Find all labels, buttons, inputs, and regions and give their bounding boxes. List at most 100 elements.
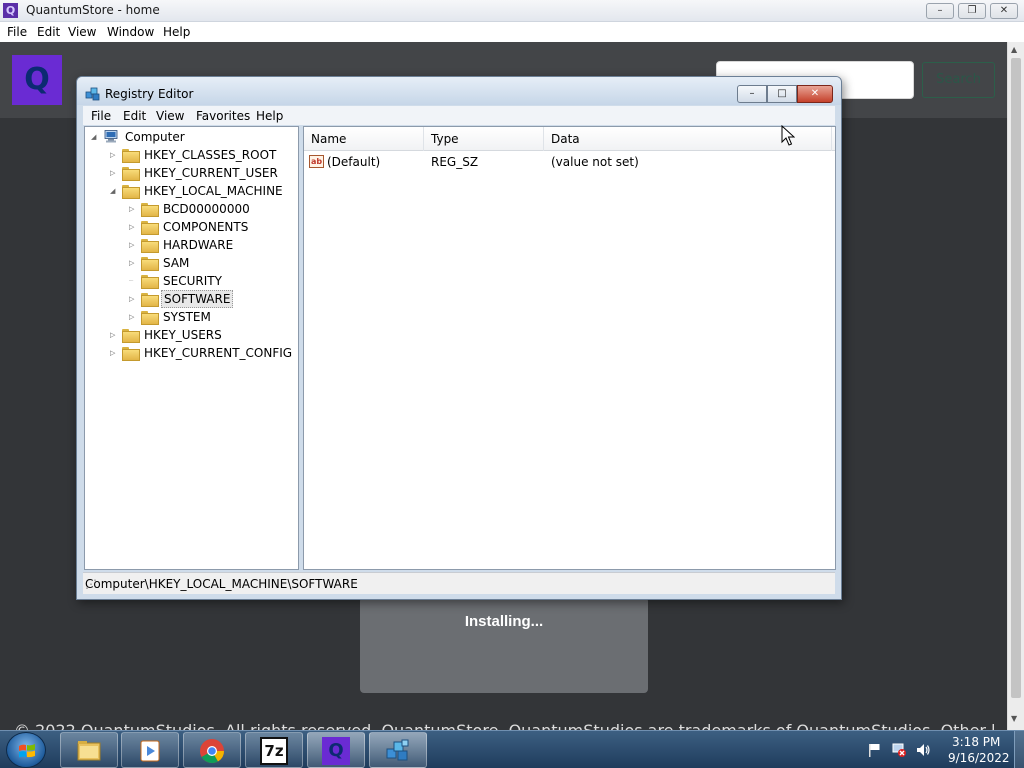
regedit-maximize-button[interactable]: □ — [767, 85, 797, 103]
app-restore-button[interactable]: ❐ — [958, 3, 986, 19]
app-menu-file[interactable]: File — [7, 25, 27, 39]
value-name[interactable]: (Default) — [327, 153, 380, 171]
folder-icon — [141, 293, 159, 307]
install-progress-panel: Installing... — [360, 597, 648, 693]
expand-arrow-icon[interactable]: ▷ — [129, 290, 139, 308]
tree-label-selected[interactable]: SOFTWARE — [161, 290, 234, 308]
tree-connector: ┈ — [129, 277, 134, 285]
expand-arrow-icon[interactable]: ▷ — [110, 164, 120, 182]
app-menu-help[interactable]: Help — [163, 25, 190, 39]
regedit-menu-edit[interactable]: Edit — [123, 109, 146, 123]
taskbar-regedit-button[interactable] — [369, 732, 427, 768]
tree-label[interactable]: COMPONENTS — [161, 218, 250, 236]
regedit-menu-favorites[interactable]: Favorites — [196, 109, 250, 123]
scrollbar-thumb[interactable] — [1011, 58, 1021, 698]
values-column-header: Name Type Data — [304, 127, 835, 151]
tree-label[interactable]: HKEY_CURRENT_CONFIG — [142, 344, 294, 362]
regedit-title: Registry Editor — [105, 87, 194, 101]
folder-icon — [141, 257, 159, 271]
resize-grip-icon[interactable]: ⋰ — [85, 577, 832, 592]
app-menu-view[interactable]: View — [68, 25, 96, 39]
regedit-titlebar[interactable]: Registry Editor – □ ✕ — [77, 77, 841, 105]
registry-values-pane[interactable]: Name Type Data ab (Default) REG_SZ (valu… — [303, 126, 836, 570]
expand-arrow-icon[interactable]: ▷ — [110, 146, 120, 164]
folder-icon — [141, 311, 159, 325]
taskbar-media-player-button[interactable] — [121, 732, 179, 768]
show-desktop-button[interactable] — [1014, 731, 1024, 768]
store-search-button[interactable]: Search — [922, 62, 995, 98]
start-button[interactable] — [6, 732, 46, 768]
folder-icon — [122, 149, 140, 163]
tree-label[interactable]: SECURITY — [161, 272, 224, 290]
value-data: (value not set) — [551, 155, 639, 169]
tree-label[interactable]: HKEY_LOCAL_MACHINE — [142, 182, 285, 200]
computer-icon — [104, 130, 118, 143]
tree-label[interactable]: HKEY_CURRENT_USER — [142, 164, 280, 182]
app-title: QuantumStore - home — [26, 3, 160, 17]
folder-icon — [141, 203, 159, 217]
quantumstore-app-icon: Q — [3, 3, 18, 18]
quantumstore-logo[interactable]: Q — [12, 55, 62, 105]
windows-taskbar: 7z Q 3:18 PM 9/16/2022 — [0, 730, 1024, 768]
column-header-name[interactable]: Name — [304, 127, 424, 151]
seven-zip-icon: 7z — [260, 737, 288, 765]
app-menu-edit[interactable]: Edit — [37, 25, 60, 39]
app-vertical-scrollbar[interactable]: ▲ ▼ — [1007, 42, 1024, 730]
network-disconnected-icon[interactable] — [891, 742, 907, 758]
tree-label[interactable]: BCD00000000 — [161, 200, 252, 218]
windows-explorer-icon — [77, 741, 101, 761]
expand-arrow-icon[interactable]: ▷ — [129, 218, 139, 236]
tree-label[interactable]: HKEY_USERS — [142, 326, 224, 344]
collapse-arrow-icon[interactable]: ◢ — [91, 128, 101, 146]
registry-editor-window: Registry Editor – □ ✕ File Edit View Fav… — [76, 76, 842, 600]
folder-icon — [141, 275, 159, 289]
expand-arrow-icon[interactable]: ▷ — [110, 344, 120, 362]
installing-label: Installing... — [464, 613, 544, 630]
value-row-default[interactable]: ab (Default) REG_SZ (value not set) — [304, 153, 835, 171]
regedit-menu-help[interactable]: Help — [256, 109, 283, 123]
scroll-up-arrow-icon[interactable]: ▲ — [1011, 45, 1017, 54]
quantumstore-icon: Q — [322, 737, 350, 765]
registry-tree-pane[interactable]: ◢ Computer ▷ HKEY_CLASSES_ROOT ▷ HKEY_CU… — [84, 126, 299, 570]
folder-icon — [141, 239, 159, 253]
taskbar-quantumstore-button[interactable]: Q — [307, 732, 365, 768]
app-close-button[interactable]: ✕ — [990, 3, 1018, 19]
tree-label[interactable]: SYSTEM — [161, 308, 213, 326]
registry-editor-icon — [386, 739, 409, 761]
tree-label[interactable]: SAM — [161, 254, 191, 272]
folder-icon — [141, 221, 159, 235]
taskbar-7zip-button[interactable]: 7z — [245, 732, 303, 768]
app-titlebar: Q QuantumStore - home – ❐ ✕ — [0, 0, 1024, 22]
clock-time[interactable]: 3:18 PM — [952, 735, 1000, 749]
folder-icon — [122, 185, 140, 199]
value-type: REG_SZ — [431, 155, 479, 169]
regedit-minimize-button[interactable]: – — [737, 85, 767, 103]
app-menu-window[interactable]: Window — [107, 25, 154, 39]
tree-label-computer[interactable]: Computer — [123, 128, 187, 146]
app-minimize-button[interactable]: – — [926, 3, 954, 19]
scroll-down-arrow-icon[interactable]: ▼ — [1011, 714, 1017, 723]
tree-label[interactable]: HARDWARE — [161, 236, 235, 254]
expand-arrow-icon[interactable]: ▷ — [129, 236, 139, 254]
string-value-icon: ab — [309, 155, 324, 168]
expand-arrow-icon[interactable]: ▷ — [110, 326, 120, 344]
taskbar-chrome-button[interactable] — [183, 732, 241, 768]
windows-logo-icon — [19, 744, 35, 758]
regedit-menu-file[interactable]: File — [91, 109, 111, 123]
tree-label[interactable]: HKEY_CLASSES_ROOT — [142, 146, 278, 164]
regedit-menu-view[interactable]: View — [156, 109, 184, 123]
regedit-close-button[interactable]: ✕ — [797, 85, 833, 103]
expand-arrow-icon[interactable]: ▷ — [129, 200, 139, 218]
expand-arrow-icon[interactable]: ▷ — [129, 308, 139, 326]
media-player-icon — [140, 740, 160, 762]
collapse-arrow-icon[interactable]: ◢ — [110, 182, 120, 200]
clock-date[interactable]: 9/16/2022 — [948, 751, 1010, 765]
volume-icon[interactable] — [915, 742, 931, 758]
taskbar-explorer-button[interactable] — [60, 732, 118, 768]
column-header-type[interactable]: Type — [424, 127, 544, 151]
folder-icon — [122, 347, 140, 361]
expand-arrow-icon[interactable]: ▷ — [129, 254, 139, 272]
action-center-flag-icon[interactable] — [866, 742, 882, 758]
folder-icon — [122, 167, 140, 181]
app-menubar: File Edit View Window Help — [0, 22, 1024, 42]
